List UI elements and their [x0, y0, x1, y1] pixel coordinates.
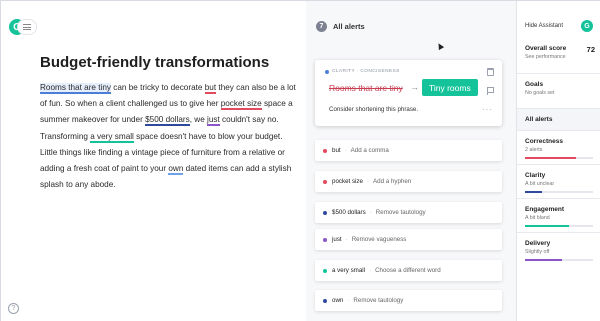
alert-term: $500 dollars: [332, 209, 366, 216]
separator: ·: [366, 178, 370, 185]
category-engagement[interactable]: Engagement A bit bland: [517, 198, 600, 234]
more-options-icon[interactable]: ···: [482, 105, 493, 114]
separator: ·: [369, 209, 372, 216]
flagged-word-just[interactable]: just: [207, 115, 220, 127]
trash-icon[interactable]: [487, 68, 494, 76]
question-icon[interactable]: ?: [8, 303, 19, 314]
alert-card[interactable]: $500 dollars · Remove tautology: [315, 202, 502, 223]
alert-card[interactable]: own · Remove tautology: [315, 290, 502, 311]
document-title[interactable]: Budget-friendly transformations: [40, 54, 269, 71]
flag-icon[interactable]: [487, 87, 494, 95]
alert-term: own: [332, 297, 344, 304]
all-alerts-tab[interactable]: All alerts: [517, 108, 600, 130]
alert-description: Remove vagueness: [351, 236, 407, 243]
accept-suggestion-button[interactable]: Tiny rooms: [422, 79, 478, 96]
category-correctness[interactable]: Correctness 2 alerts: [517, 130, 600, 166]
alert-dot-icon: [323, 210, 327, 215]
alert-description: Choose a different word: [375, 267, 441, 274]
category-name: Delivery: [525, 240, 551, 247]
overall-score-label: Overall score: [525, 45, 567, 52]
category-name: Engagement: [525, 206, 565, 213]
goals-section[interactable]: Goals No goals set: [517, 73, 600, 103]
alert-description: Remove tautology: [353, 297, 404, 304]
alert-term: but: [332, 147, 341, 154]
mouse-cursor-icon: [435, 41, 445, 51]
score-panel: Hide Assistant G Overall score 72 See pe…: [516, 1, 600, 321]
category-progress-bar: [525, 157, 593, 159]
original-phrase: Rooms that are tiny: [329, 83, 403, 93]
overall-score-value: 72: [586, 45, 595, 54]
overall-score[interactable]: Overall score 72 See performance: [525, 45, 595, 60]
see-performance-link[interactable]: See performance: [525, 54, 595, 60]
arrow-right-icon: →: [410, 82, 419, 92]
alerts-header: 7 All alerts: [316, 21, 365, 32]
alert-description: Add a comma: [350, 147, 389, 154]
alert-dot-icon: [323, 298, 327, 303]
category-status: Slightly off: [525, 249, 550, 255]
flagged-phrase-500-dollars[interactable]: $500 dollars: [145, 115, 190, 127]
category-delivery[interactable]: Delivery Slightly off: [517, 232, 600, 268]
separator: ·: [347, 297, 350, 304]
flagged-phrase-rooms[interactable]: Rooms that are tiny: [40, 83, 111, 94]
suggestion-explanation: Consider shortening this phrase.: [329, 106, 419, 113]
flagged-word-but[interactable]: but: [204, 83, 217, 94]
alert-count-badge: 7: [316, 21, 327, 32]
avatar[interactable]: G: [581, 20, 593, 32]
alert-dot-icon: [323, 148, 327, 153]
alerts-title: All alerts: [333, 22, 365, 31]
alert-card[interactable]: a very small · Choose a different word: [315, 260, 502, 281]
flagged-phrase-very-small[interactable]: a very small: [90, 131, 134, 143]
document-body[interactable]: Rooms that are tiny can be tricky to dec…: [40, 80, 302, 193]
alert-description: Add a hyphen: [373, 178, 412, 185]
alert-dot-icon: [323, 237, 327, 242]
separator: ·: [369, 267, 372, 274]
category-dot-icon: [325, 69, 329, 74]
category-progress-fill: [525, 225, 570, 227]
alert-dot-icon: [323, 179, 327, 184]
alert-term: pocket size: [332, 178, 363, 185]
category-name: Correctness: [525, 138, 563, 145]
app-window: G Budget-friendly transformations Rooms …: [0, 0, 600, 321]
flagged-word-own[interactable]: own: [168, 164, 184, 176]
body-text: can be tricky to decorate: [111, 83, 205, 92]
category-progress-fill: [525, 157, 576, 159]
category-status: 2 alerts: [525, 147, 543, 153]
category-status: A bit bland: [525, 215, 550, 221]
alert-term: a very small: [332, 267, 366, 274]
category-progress-fill: [525, 191, 542, 193]
category-clarity[interactable]: Clarity A bit unclear: [517, 164, 600, 200]
editor-pane: G Budget-friendly transformations Rooms …: [1, 1, 306, 321]
goals-status: No goals set: [525, 90, 555, 96]
alert-card[interactable]: just · Remove vagueness: [315, 229, 502, 250]
category-name: Clarity: [525, 172, 546, 179]
category-progress-bar: [525, 259, 593, 261]
category-progress-bar: [525, 191, 593, 193]
separator: ·: [345, 236, 348, 243]
alert-card[interactable]: pocket size · Add a hyphen: [315, 171, 502, 192]
body-text: , we: [189, 115, 208, 125]
all-alerts-label: All alerts: [525, 116, 553, 123]
hide-assistant-button[interactable]: Hide Assistant: [525, 23, 563, 29]
category-progress-fill: [525, 259, 563, 261]
suggestion-category: CLARITY · CONCISENESS: [325, 69, 400, 74]
goals-label: Goals: [525, 81, 544, 88]
alert-dot-icon: [323, 268, 327, 273]
alert-card[interactable]: but · Add a comma: [315, 140, 502, 161]
alert-description: Remove tautology: [375, 209, 426, 216]
flagged-phrase-pocket-size[interactable]: pocket size: [220, 99, 262, 111]
category-progress-bar: [525, 225, 593, 227]
category-label: CLARITY · CONCISENESS: [332, 69, 400, 74]
alert-term: just: [332, 236, 342, 243]
category-status: A bit unclear: [525, 181, 555, 187]
assistant-pane: 7 All alerts CLARITY · CONCISENESS Rooms…: [306, 1, 516, 321]
separator: ·: [344, 147, 347, 154]
suggestion-card-expanded[interactable]: CLARITY · CONCISENESS Rooms that are tin…: [315, 60, 502, 126]
menu-icon[interactable]: [17, 19, 37, 35]
